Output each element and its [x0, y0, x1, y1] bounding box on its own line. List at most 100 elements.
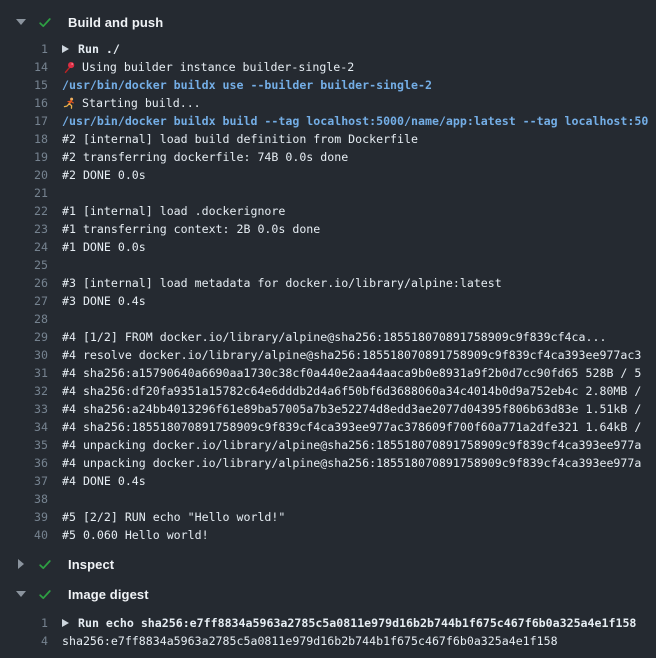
log-line: 18 #2 [internal] load build definition fr… [0, 130, 656, 148]
line-number[interactable]: 4 [0, 632, 48, 650]
line-number[interactable]: 36 [0, 454, 48, 472]
line-number[interactable]: 34 [0, 418, 48, 436]
line-content: #4 sha256:a15790640a6690aa1730c38cf0a440… [62, 364, 656, 382]
line-number[interactable]: 19 [0, 148, 48, 166]
line-content: Starting build... [62, 94, 656, 112]
line-content: Using builder instance builder-single-2 [62, 58, 656, 76]
log-line: 15/usr/bin/docker buildx use --builder b… [0, 76, 656, 94]
line-number[interactable]: 39 [0, 508, 48, 526]
section-title: Image digest [68, 587, 149, 602]
line-number[interactable]: 26 [0, 274, 48, 292]
line-content: #4 sha256:df20fa9351a15782c64e6dddb2d4a6… [62, 382, 656, 400]
line-number[interactable]: 23 [0, 220, 48, 238]
log-line: 1 Run ./ [0, 40, 656, 58]
log-text: Run ./ [78, 40, 120, 58]
log-text: #1 DONE 0.0s [62, 238, 146, 256]
line-number[interactable]: 1 [0, 614, 48, 632]
line-content: #4 DONE 0.4s [62, 472, 656, 490]
log-line: 31 #4 sha256:a15790640a6690aa1730c38cf0a4… [0, 364, 656, 382]
pushpin-icon [62, 60, 76, 74]
line-content: #1 transferring context: 2B 0.0s done [62, 220, 656, 238]
line-content: #2 [internal] load build definition from… [62, 130, 656, 148]
log-text: sha256:e7ff8834a5963a2785c5a0811e979d16b… [62, 632, 558, 650]
log-line: 1Run echo sha256:e7ff8834a5963a2785c5a08… [0, 614, 656, 632]
log-text: #4 [1/2] FROM docker.io/library/alpine@s… [62, 328, 606, 346]
log-text: Using builder instance builder-single-2 [82, 58, 354, 76]
log-line: 38 [0, 490, 656, 508]
log-text: #2 DONE 0.0s [62, 166, 146, 184]
line-number[interactable]: 24 [0, 238, 48, 256]
line-number[interactable]: 1 [0, 40, 48, 58]
line-number[interactable]: 29 [0, 328, 48, 346]
line-number[interactable]: 14 [0, 58, 48, 76]
chevron-right-icon[interactable] [14, 559, 28, 569]
line-content: #4 resolve docker.io/library/alpine@sha2… [62, 346, 656, 364]
chevron-down-icon[interactable] [14, 19, 28, 25]
log-line: 17/usr/bin/docker buildx build --tag loc… [0, 112, 656, 130]
line-content: #4 sha256:185518070891758909c9f839cf4ca3… [62, 418, 656, 436]
line-number[interactable]: 15 [0, 76, 48, 94]
check-icon [38, 15, 52, 29]
log-line: 40 #5 0.060 Hello world! [0, 526, 656, 544]
section-header-build-and-push[interactable]: Build and push [0, 8, 656, 36]
line-number[interactable]: 21 [0, 184, 48, 202]
line-number[interactable]: 30 [0, 346, 48, 364]
check-icon [38, 557, 52, 571]
log-line: 22 #1 [internal] load .dockerignore [0, 202, 656, 220]
log-text: #2 transferring dockerfile: 74B 0.0s don… [62, 148, 348, 166]
section-header-inspect[interactable]: Inspect [0, 550, 656, 578]
line-number[interactable]: 38 [0, 490, 48, 508]
line-number[interactable]: 31 [0, 364, 48, 382]
log-line: 32 #4 sha256:df20fa9351a15782c64e6dddb2d4… [0, 382, 656, 400]
line-number[interactable]: 16 [0, 94, 48, 112]
line-number[interactable]: 32 [0, 382, 48, 400]
log-line: 34 #4 sha256:185518070891758909c9f839cf4c… [0, 418, 656, 436]
line-content: #4 [1/2] FROM docker.io/library/alpine@s… [62, 328, 656, 346]
line-content: /usr/bin/docker buildx build --tag local… [62, 112, 656, 130]
expand-step-icon[interactable] [62, 45, 69, 53]
line-number[interactable]: 17 [0, 112, 48, 130]
log-text: #1 transferring context: 2B 0.0s done [62, 220, 320, 238]
log-line: 27 #3 DONE 0.4s [0, 292, 656, 310]
log-line: 21 [0, 184, 656, 202]
line-content: Run ./ [62, 40, 656, 58]
line-number[interactable]: 27 [0, 292, 48, 310]
line-content: #3 DONE 0.4s [62, 292, 656, 310]
line-number[interactable]: 18 [0, 130, 48, 148]
log-text: #4 sha256:185518070891758909c9f839cf4ca3… [62, 418, 641, 436]
log-text: #5 [2/2] RUN echo "Hello world!" [62, 508, 285, 526]
chevron-down-icon[interactable] [14, 591, 28, 597]
log-line: 28 [0, 310, 656, 328]
line-number[interactable]: 35 [0, 436, 48, 454]
log-text: #2 [internal] load build definition from… [62, 130, 418, 148]
log-line: 33#4 sha256:a24bb4013296f61e89ba57005a7b… [0, 400, 656, 418]
section-header-image-digest[interactable]: Image digest [0, 580, 656, 608]
line-number[interactable]: 25 [0, 256, 48, 274]
log-line: 30 #4 resolve docker.io/library/alpine@sh… [0, 346, 656, 364]
log-text: #4 DONE 0.4s [62, 472, 146, 490]
line-content: #2 DONE 0.0s [62, 166, 656, 184]
log-text: #4 resolve docker.io/library/alpine@sha2… [62, 346, 641, 364]
log-text: #4 sha256:a15790640a6690aa1730c38cf0a440… [62, 364, 641, 382]
log-line: 19 #2 transferring dockerfile: 74B 0.0s d… [0, 148, 656, 166]
check-icon [38, 587, 52, 601]
log-line: 35 #4 unpacking docker.io/library/alpine@… [0, 436, 656, 454]
log-line: 4 sha256:e7ff8834a5963a2785c5a0811e979d16… [0, 632, 656, 650]
log-line: 26#3 [internal] load metadata for docker… [0, 274, 656, 292]
line-number[interactable]: 40 [0, 526, 48, 544]
line-number[interactable]: 37 [0, 472, 48, 490]
runner-icon [62, 96, 76, 110]
line-content: #1 [internal] load .dockerignore [62, 202, 656, 220]
line-number[interactable]: 20 [0, 166, 48, 184]
line-number[interactable]: 22 [0, 202, 48, 220]
log-text: /usr/bin/docker buildx build --tag local… [62, 112, 648, 130]
section-lines-build-and-push: 1 Run ./ 14 Using builder instance builder-… [0, 40, 656, 544]
log-text: #1 [internal] load .dockerignore [62, 202, 285, 220]
log-text: #4 unpacking docker.io/library/alpine@sh… [62, 436, 641, 454]
section-title: Inspect [68, 557, 114, 572]
line-number[interactable]: 33 [0, 400, 48, 418]
log-text: #3 DONE 0.4s [62, 292, 146, 310]
expand-step-icon[interactable] [62, 619, 69, 627]
line-content: #5 0.060 Hello world! [62, 526, 656, 544]
line-number[interactable]: 28 [0, 310, 48, 328]
